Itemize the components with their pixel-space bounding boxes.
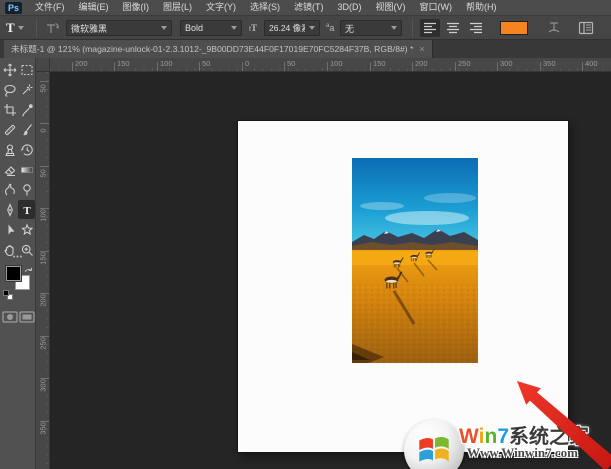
quick-mask-icon[interactable] [2,310,18,324]
font-size-icon: tT [249,23,257,33]
align-right-button[interactable] [466,19,486,37]
eraser-tool[interactable] [1,160,18,179]
font-family-select[interactable]: 微软雅黑 [66,20,172,36]
vertical-ruler: 50 0 50 100 150 200 250 300 350 [36,72,50,469]
default-colors-icon[interactable] [3,290,13,300]
gradient-tool[interactable] [18,160,35,179]
foreground-color-swatch[interactable] [6,266,21,281]
chevron-down-icon [18,26,24,30]
type-tool-icon: T [6,20,15,36]
toggle-panels-icon[interactable] [578,21,594,40]
move-tool[interactable] [1,60,18,79]
healing-brush-tool[interactable] [1,120,18,139]
font-family-value: 微软雅黑 [71,22,157,35]
menu-select[interactable]: 选择(S) [243,0,287,15]
history-brush-tool[interactable] [18,140,35,159]
brush-tool[interactable] [18,120,35,139]
menu-filter[interactable]: 滤镜(T) [287,0,331,15]
custom-shape-tool[interactable] [18,220,35,239]
menu-type[interactable]: 文字(Y) [199,0,243,15]
menu-edit[interactable]: 编辑(E) [72,0,116,15]
font-style-select[interactable]: Bold [180,20,242,36]
type-tool[interactable]: T [18,200,35,219]
marquee-tool[interactable] [18,60,35,79]
lasso-tool[interactable] [1,80,18,99]
separator [412,19,413,37]
tool-panel: T ••• [0,58,36,469]
menu-layer[interactable]: 图层(L) [156,0,199,15]
align-center-button[interactable] [443,19,463,37]
eyedropper-tool[interactable] [18,100,35,119]
chevron-down-icon [161,26,167,30]
text-color-swatch[interactable] [500,21,528,35]
dodge-tool[interactable] [18,180,35,199]
document-canvas[interactable] [238,121,568,452]
separator [36,19,37,37]
windows-flag-icon [413,429,455,469]
document-tab[interactable]: 未标题-1 @ 121% (magazine-unlock-01-2.3.101… [4,40,433,58]
photoshop-window: Ps 文件(F) 编辑(E) 图像(I) 图层(L) 文字(Y) 选择(S) 滤… [0,0,611,469]
crop-tool[interactable] [1,100,18,119]
menu-image[interactable]: 图像(I) [116,0,157,15]
menu-window[interactable]: 窗口(W) [413,0,460,15]
text-orientation-icon[interactable] [44,20,60,41]
font-size-select[interactable]: 26.24 像素 [264,20,320,36]
smudge-tool[interactable] [1,180,18,199]
menu-bar: Ps 文件(F) 编辑(E) 图像(I) 图层(L) 文字(Y) 选择(S) 滤… [0,0,611,16]
document-tab-bar: 未标题-1 @ 121% (magazine-unlock-01-2.3.101… [0,40,611,58]
win7-watermark-url: Www.Winwin7.com [467,445,578,461]
menu-help[interactable]: 帮助(H) [459,0,504,15]
close-tab-icon[interactable]: × [419,44,424,54]
chevron-down-icon [231,26,237,30]
menu-3d[interactable]: 3D(D) [331,0,369,15]
svg-text:T: T [23,205,31,217]
canvas-area[interactable] [50,72,611,469]
warp-text-icon[interactable] [546,21,562,40]
color-swatches [0,258,36,304]
menu-file[interactable]: 文件(F) [28,0,72,15]
magic-wand-tool[interactable] [18,80,35,99]
tool-options-bar: T 微软雅黑 Bold tT 26.24 像素 aa 无 [0,16,611,40]
document-title: 未标题-1 @ 121% (magazine-unlock-01-2.3.101… [11,43,413,55]
anti-alias-select[interactable]: 无 [340,20,402,36]
clone-stamp-tool[interactable] [1,140,18,159]
placed-photo-antelopes [352,158,478,363]
pen-tool[interactable] [1,200,18,219]
path-select-tool[interactable] [1,220,18,239]
anti-alias-icon: aa [326,23,334,33]
menu-view[interactable]: 视图(V) [369,0,413,15]
screen-mode-icon[interactable] [19,310,35,324]
type-tool-preset[interactable]: T [6,20,30,36]
font-size-value: 26.24 像素 [269,22,305,34]
chevron-down-icon [309,26,315,30]
chevron-down-icon [391,26,397,30]
anti-alias-value: 无 [345,22,387,35]
align-left-button[interactable] [420,19,440,37]
horizontal-ruler: 200 150 100 50 0 50 100 150 200 250 300 … [50,58,611,72]
ps-logo: Ps [5,2,22,14]
ruler-corner [36,58,50,72]
font-style-value: Bold [185,23,227,33]
